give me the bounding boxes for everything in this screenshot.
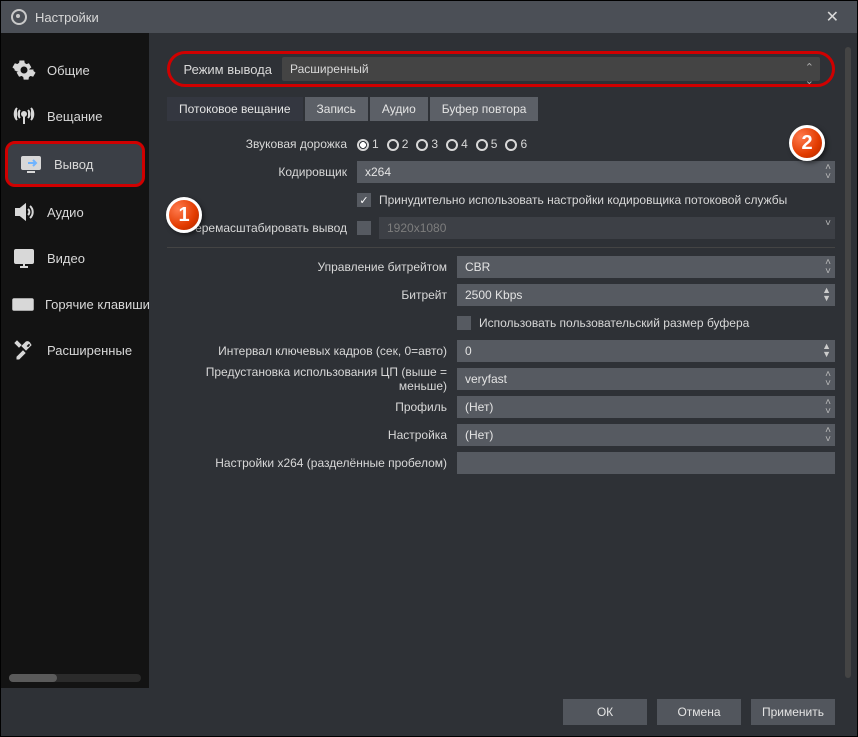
chevron-updown-icon: ˄˅ <box>825 398 831 416</box>
x264opts-input[interactable] <box>457 452 835 474</box>
streaming-form: Звуковая дорожка 1 2 3 4 5 6 Кодировщик … <box>167 131 835 476</box>
sidebar-item-label: Вывод <box>54 157 93 172</box>
chevron-updown-icon: ˄˅ <box>825 258 831 276</box>
profile-select[interactable]: (Нет)˄˅ <box>457 396 835 418</box>
enforce-encoder-checkbox[interactable] <box>357 193 371 207</box>
tab-replay-buffer[interactable]: Буфер повтора <box>430 97 539 121</box>
track-4-radio[interactable]: 4 <box>446 137 468 151</box>
sidebar: Общие Вещание Вывод Аудио <box>1 33 149 688</box>
x264opts-label: Настройки x264 (разделённые пробелом) <box>167 456 457 470</box>
profile-label: Профиль <box>167 400 457 414</box>
track-6-radio[interactable]: 6 <box>505 137 527 151</box>
keyboard-icon <box>11 291 35 317</box>
preset-select[interactable]: veryfast˄˅ <box>457 368 835 390</box>
output-mode-value: Расширенный <box>290 62 369 76</box>
rate-control-label: Управление битрейтом <box>167 260 457 274</box>
apply-button[interactable]: Применить <box>751 699 835 725</box>
bitrate-label: Битрейт <box>167 288 457 302</box>
enforce-encoder-label: Принудительно использовать настройки код… <box>379 193 787 207</box>
sidebar-item-general[interactable]: Общие <box>1 47 149 93</box>
chevron-updown-icon: ˄˅ <box>825 370 831 388</box>
close-icon[interactable]: ✕ <box>818 3 847 31</box>
encoder-select[interactable]: x264˄˅ <box>357 161 835 183</box>
sidebar-item-output[interactable]: Вывод <box>5 141 145 187</box>
sidebar-item-label: Видео <box>47 251 85 266</box>
sidebar-item-label: Аудио <box>47 205 84 220</box>
sidebar-item-label: Расширенные <box>47 343 132 358</box>
speaker-icon <box>11 199 37 225</box>
cancel-button[interactable]: Отмена <box>657 699 741 725</box>
content-area: Общие Вещание Вывод Аудио <box>1 33 857 688</box>
track-2-radio[interactable]: 2 <box>387 137 409 151</box>
dialog-footer: ОК Отмена Применить <box>1 688 857 736</box>
app-logo-icon <box>11 9 27 25</box>
custom-buffer-label: Использовать пользовательский размер буф… <box>479 316 749 330</box>
titlebar: Настройки ✕ <box>1 1 857 33</box>
output-icon <box>18 151 44 177</box>
encoder-label: Кодировщик <box>167 165 357 179</box>
keyint-label: Интервал ключевых кадров (сек, 0=авто) <box>167 344 457 358</box>
tab-audio[interactable]: Аудио <box>370 97 428 121</box>
tab-recording[interactable]: Запись <box>305 97 368 121</box>
preset-label: Предустановка использования ЦП (выше = м… <box>167 365 457 393</box>
rescale-checkbox[interactable] <box>357 221 371 235</box>
tune-label: Настройка <box>167 428 457 442</box>
ok-button[interactable]: ОК <box>563 699 647 725</box>
keyint-input[interactable]: 0▲▼ <box>457 340 835 362</box>
sidebar-scrollbar[interactable] <box>9 674 141 682</box>
tune-select[interactable]: (Нет)˄˅ <box>457 424 835 446</box>
sidebar-item-label: Вещание <box>47 109 103 124</box>
bitrate-input[interactable]: 2500 Kbps▲▼ <box>457 284 835 306</box>
custom-buffer-checkbox[interactable] <box>457 316 471 330</box>
chevron-updown-icon: ˄˅ <box>825 426 831 444</box>
sidebar-item-stream[interactable]: Вещание <box>1 93 149 139</box>
audio-track-radios: 1 2 3 4 5 6 <box>357 137 835 151</box>
spinner-icon: ▲▼ <box>822 342 831 358</box>
rescale-select[interactable]: 1920x1080˅ <box>379 217 835 239</box>
annotation-badge-1: 1 <box>166 197 202 233</box>
sidebar-item-label: Горячие клавиши <box>45 297 149 312</box>
chevron-updown-icon: ⌃⌄ <box>805 61 814 87</box>
track-5-radio[interactable]: 5 <box>476 137 498 151</box>
track-3-radio[interactable]: 3 <box>416 137 438 151</box>
spinner-icon: ▲▼ <box>822 286 831 302</box>
sidebar-item-advanced[interactable]: Расширенные <box>1 327 149 373</box>
chevron-down-icon: ˅ <box>825 219 831 228</box>
settings-window: Настройки ✕ Общие Вещание Вывод <box>0 0 858 737</box>
chevron-updown-icon: ˄˅ <box>825 163 831 181</box>
antenna-icon <box>11 103 37 129</box>
window-title: Настройки <box>35 10 99 25</box>
gear-icon <box>11 57 37 83</box>
tab-streaming[interactable]: Потоковое вещание <box>167 97 303 121</box>
rate-control-select[interactable]: CBR˄˅ <box>457 256 835 278</box>
tools-icon <box>11 337 37 363</box>
main-scrollbar[interactable] <box>845 47 851 678</box>
monitor-icon <box>11 245 37 271</box>
output-mode-label: Режим вывода <box>182 62 272 77</box>
audio-track-label: Звуковая дорожка <box>167 137 357 151</box>
output-mode-row: Режим вывода Расширенный ⌃⌄ <box>167 51 835 87</box>
sidebar-item-video[interactable]: Видео <box>1 235 149 281</box>
sidebar-item-hotkeys[interactable]: Горячие клавиши <box>1 281 149 327</box>
sidebar-item-label: Общие <box>47 63 90 78</box>
output-mode-select[interactable]: Расширенный ⌃⌄ <box>282 57 820 81</box>
sidebar-item-audio[interactable]: Аудио <box>1 189 149 235</box>
track-1-radio[interactable]: 1 <box>357 137 379 151</box>
main-panel: Режим вывода Расширенный ⌃⌄ Потоковое ве… <box>149 33 857 688</box>
annotation-badge-2: 2 <box>789 125 825 161</box>
output-tabs: Потоковое вещание Запись Аудио Буфер пов… <box>167 97 835 121</box>
